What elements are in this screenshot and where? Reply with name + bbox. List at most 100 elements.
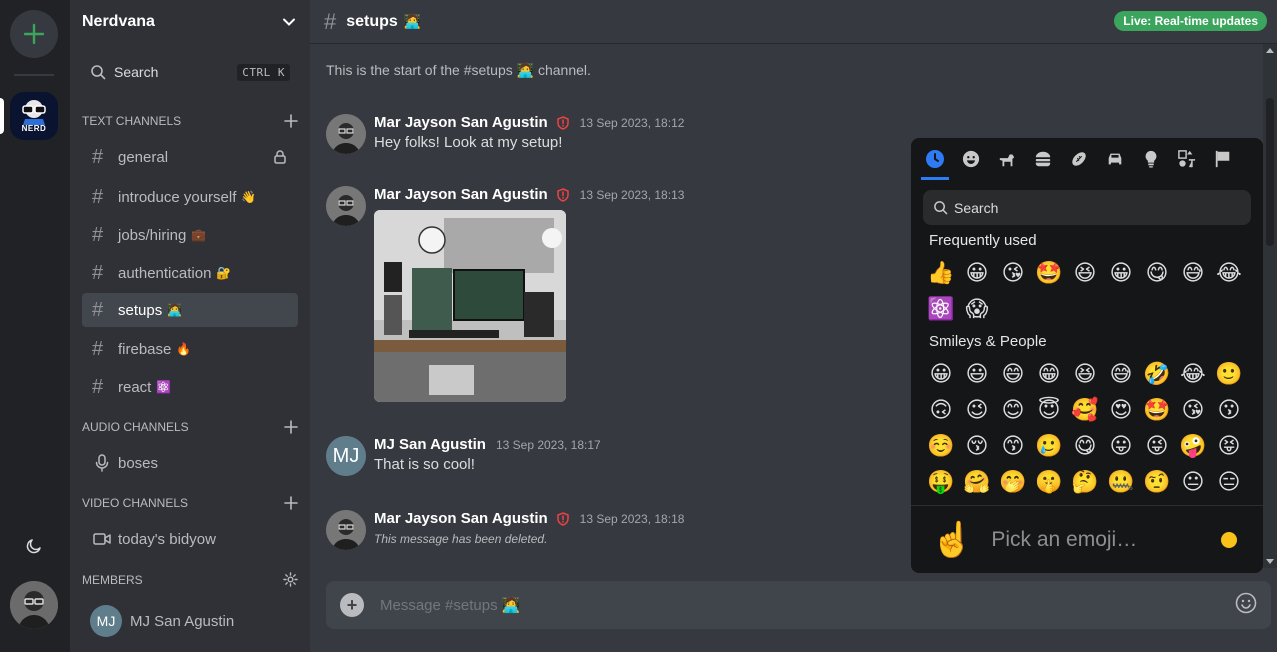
preview-text: Pick an emoji… — [991, 527, 1138, 551]
gear-icon[interactable] — [283, 572, 298, 587]
emoji-item[interactable]: 😜 — [1139, 428, 1175, 464]
channel-boses[interactable]: boses — [82, 446, 298, 480]
emoji-search-placeholder: Search — [954, 199, 999, 216]
category-food[interactable] — [1025, 138, 1061, 180]
channel-react[interactable]: # react ⚛️ — [82, 370, 298, 404]
emoji-item[interactable]: 😅 — [1103, 356, 1139, 392]
channel-setups[interactable]: # setups 🧑‍💻 — [82, 293, 298, 327]
emoji-item[interactable]: 😘 — [1175, 392, 1211, 428]
emoji-item[interactable]: 😅 — [1175, 255, 1211, 291]
author-name[interactable]: Mar Jayson San Agustin — [374, 510, 548, 527]
add-server-button[interactable] — [10, 10, 58, 58]
author-avatar[interactable] — [326, 510, 366, 550]
emoji-item[interactable]: 🤨 — [1139, 464, 1175, 500]
emoji-item[interactable]: 😊 — [995, 392, 1031, 428]
channel-firebase[interactable]: # firebase 🔥 — [82, 332, 298, 366]
channel-introduce-yourself[interactable]: # introduce yourself 👋 — [82, 180, 298, 214]
add-channel-icon[interactable] — [284, 420, 298, 434]
server-header[interactable]: Nerdvana — [70, 0, 310, 44]
emoji-item[interactable]: 😝 — [1211, 428, 1247, 464]
channel-emoji: 🔥 — [176, 342, 192, 356]
emoji-item[interactable]: 😙 — [995, 428, 1031, 464]
emoji-item[interactable]: 🥰 — [1067, 392, 1103, 428]
emoji-item[interactable]: 😋 — [1139, 255, 1175, 291]
emoji-item[interactable]: 😋 — [1067, 428, 1103, 464]
author-name[interactable]: Mar Jayson San Agustin — [374, 186, 548, 203]
author-name[interactable]: MJ San Agustin — [374, 436, 486, 453]
admin-shield-icon — [556, 115, 570, 130]
attached-setup-photo[interactable] — [374, 210, 566, 402]
hash-icon: # — [92, 223, 104, 246]
message-input-placeholder[interactable]: Message #setups 🧑‍💻 — [380, 596, 520, 614]
emoji-item[interactable]: 🤩 — [1031, 255, 1067, 291]
member-item[interactable]: MJ MJ San Agustin — [82, 603, 298, 639]
category-symbols[interactable] — [1169, 138, 1205, 180]
user-avatar[interactable] — [10, 581, 58, 629]
emoji-item[interactable]: 😁 — [1031, 356, 1067, 392]
emoji-item[interactable]: 🤩 — [1139, 392, 1175, 428]
emoji-item[interactable]: 🙃 — [923, 392, 959, 428]
category-animals[interactable] — [989, 138, 1025, 180]
author-avatar[interactable] — [326, 186, 366, 226]
emoji-item[interactable]: 🤪 — [1175, 428, 1211, 464]
add-channel-icon[interactable] — [284, 496, 298, 510]
channel-jobs-hiring[interactable]: # jobs/hiring 💼 — [82, 218, 298, 252]
channel-todays-bidyow[interactable]: today's bidyow — [82, 522, 298, 556]
emoji-item[interactable]: 🤑 — [923, 464, 959, 500]
author-avatar[interactable]: MJ — [326, 436, 366, 476]
scrollbar-thumb[interactable] — [1266, 98, 1274, 246]
emoji-item[interactable]: 😀 — [923, 356, 959, 392]
emoji-item[interactable]: 😆 — [1067, 356, 1103, 392]
emoji-item[interactable]: 😚 — [959, 428, 995, 464]
emoji-item[interactable]: 😑 — [1211, 464, 1247, 500]
category-travel[interactable] — [1097, 138, 1133, 180]
add-channel-icon[interactable] — [284, 114, 298, 128]
emoji-item[interactable]: 😘 — [995, 255, 1031, 291]
attach-plus-button[interactable]: + — [340, 593, 364, 617]
emoji-item[interactable]: 😀 — [1103, 255, 1139, 291]
emoji-item[interactable]: 😱 — [959, 291, 995, 327]
category-flags[interactable] — [1205, 138, 1241, 180]
emoji-item[interactable]: 🙂 — [1211, 356, 1247, 392]
message-composer[interactable]: + Message #setups 🧑‍💻 — [326, 581, 1271, 629]
emoji-item[interactable]: 🤗 — [959, 464, 995, 500]
emoji-item[interactable]: 😇 — [1031, 392, 1067, 428]
scroll-down-arrow[interactable] — [1266, 559, 1274, 564]
emoji-item[interactable]: 🤐 — [1103, 464, 1139, 500]
scroll-up-arrow[interactable] — [1266, 48, 1274, 53]
theme-toggle-button[interactable] — [22, 534, 46, 558]
emoji-item[interactable]: 😛 — [1103, 428, 1139, 464]
channel-authentication[interactable]: # authentication 🔐 — [82, 256, 298, 290]
author-avatar[interactable] — [326, 114, 366, 154]
emoji-item[interactable]: 🤣 — [1139, 356, 1175, 392]
emoji-item[interactable]: 🤫 — [1031, 464, 1067, 500]
author-name[interactable]: Mar Jayson San Agustin — [374, 114, 548, 131]
emoji-item[interactable]: 👍 — [923, 255, 959, 291]
emoji-item[interactable]: 😐 — [1175, 464, 1211, 500]
emoji-item[interactable]: 😀 — [959, 255, 995, 291]
emoji-item[interactable]: 😂 — [1175, 356, 1211, 392]
category-objects[interactable] — [1133, 138, 1169, 180]
chat-scrollbar[interactable] — [1263, 44, 1277, 568]
category-smileys[interactable] — [953, 138, 989, 180]
server-icon-nerdvana[interactable]: NERD — [10, 92, 58, 140]
emoji-item[interactable]: ☺️ — [923, 428, 959, 464]
emoji-item[interactable]: 🥲 — [1031, 428, 1067, 464]
emoji-item[interactable]: 😍 — [1103, 392, 1139, 428]
emoji-item[interactable]: 😂 — [1211, 255, 1247, 291]
emoji-search-input[interactable]: Search — [923, 190, 1251, 225]
category-activities[interactable] — [1061, 138, 1097, 180]
emoji-item[interactable]: 😃 — [959, 356, 995, 392]
emoji-item[interactable]: 😉 — [959, 392, 995, 428]
emoji-item[interactable]: ⚛️ — [923, 291, 959, 327]
emoji-item[interactable]: 😗 — [1211, 392, 1247, 428]
emoji-button[interactable] — [1235, 592, 1257, 619]
skin-tone-selector[interactable] — [1221, 531, 1237, 548]
emoji-item[interactable]: 😆 — [1067, 255, 1103, 291]
search-button[interactable]: Search CTRL K — [82, 57, 298, 87]
emoji-item[interactable]: 😄 — [995, 356, 1031, 392]
channel-general[interactable]: # general — [82, 140, 298, 174]
emoji-item[interactable]: 🤭 — [995, 464, 1031, 500]
category-recent[interactable] — [917, 138, 953, 180]
emoji-item[interactable]: 🤔 — [1067, 464, 1103, 500]
